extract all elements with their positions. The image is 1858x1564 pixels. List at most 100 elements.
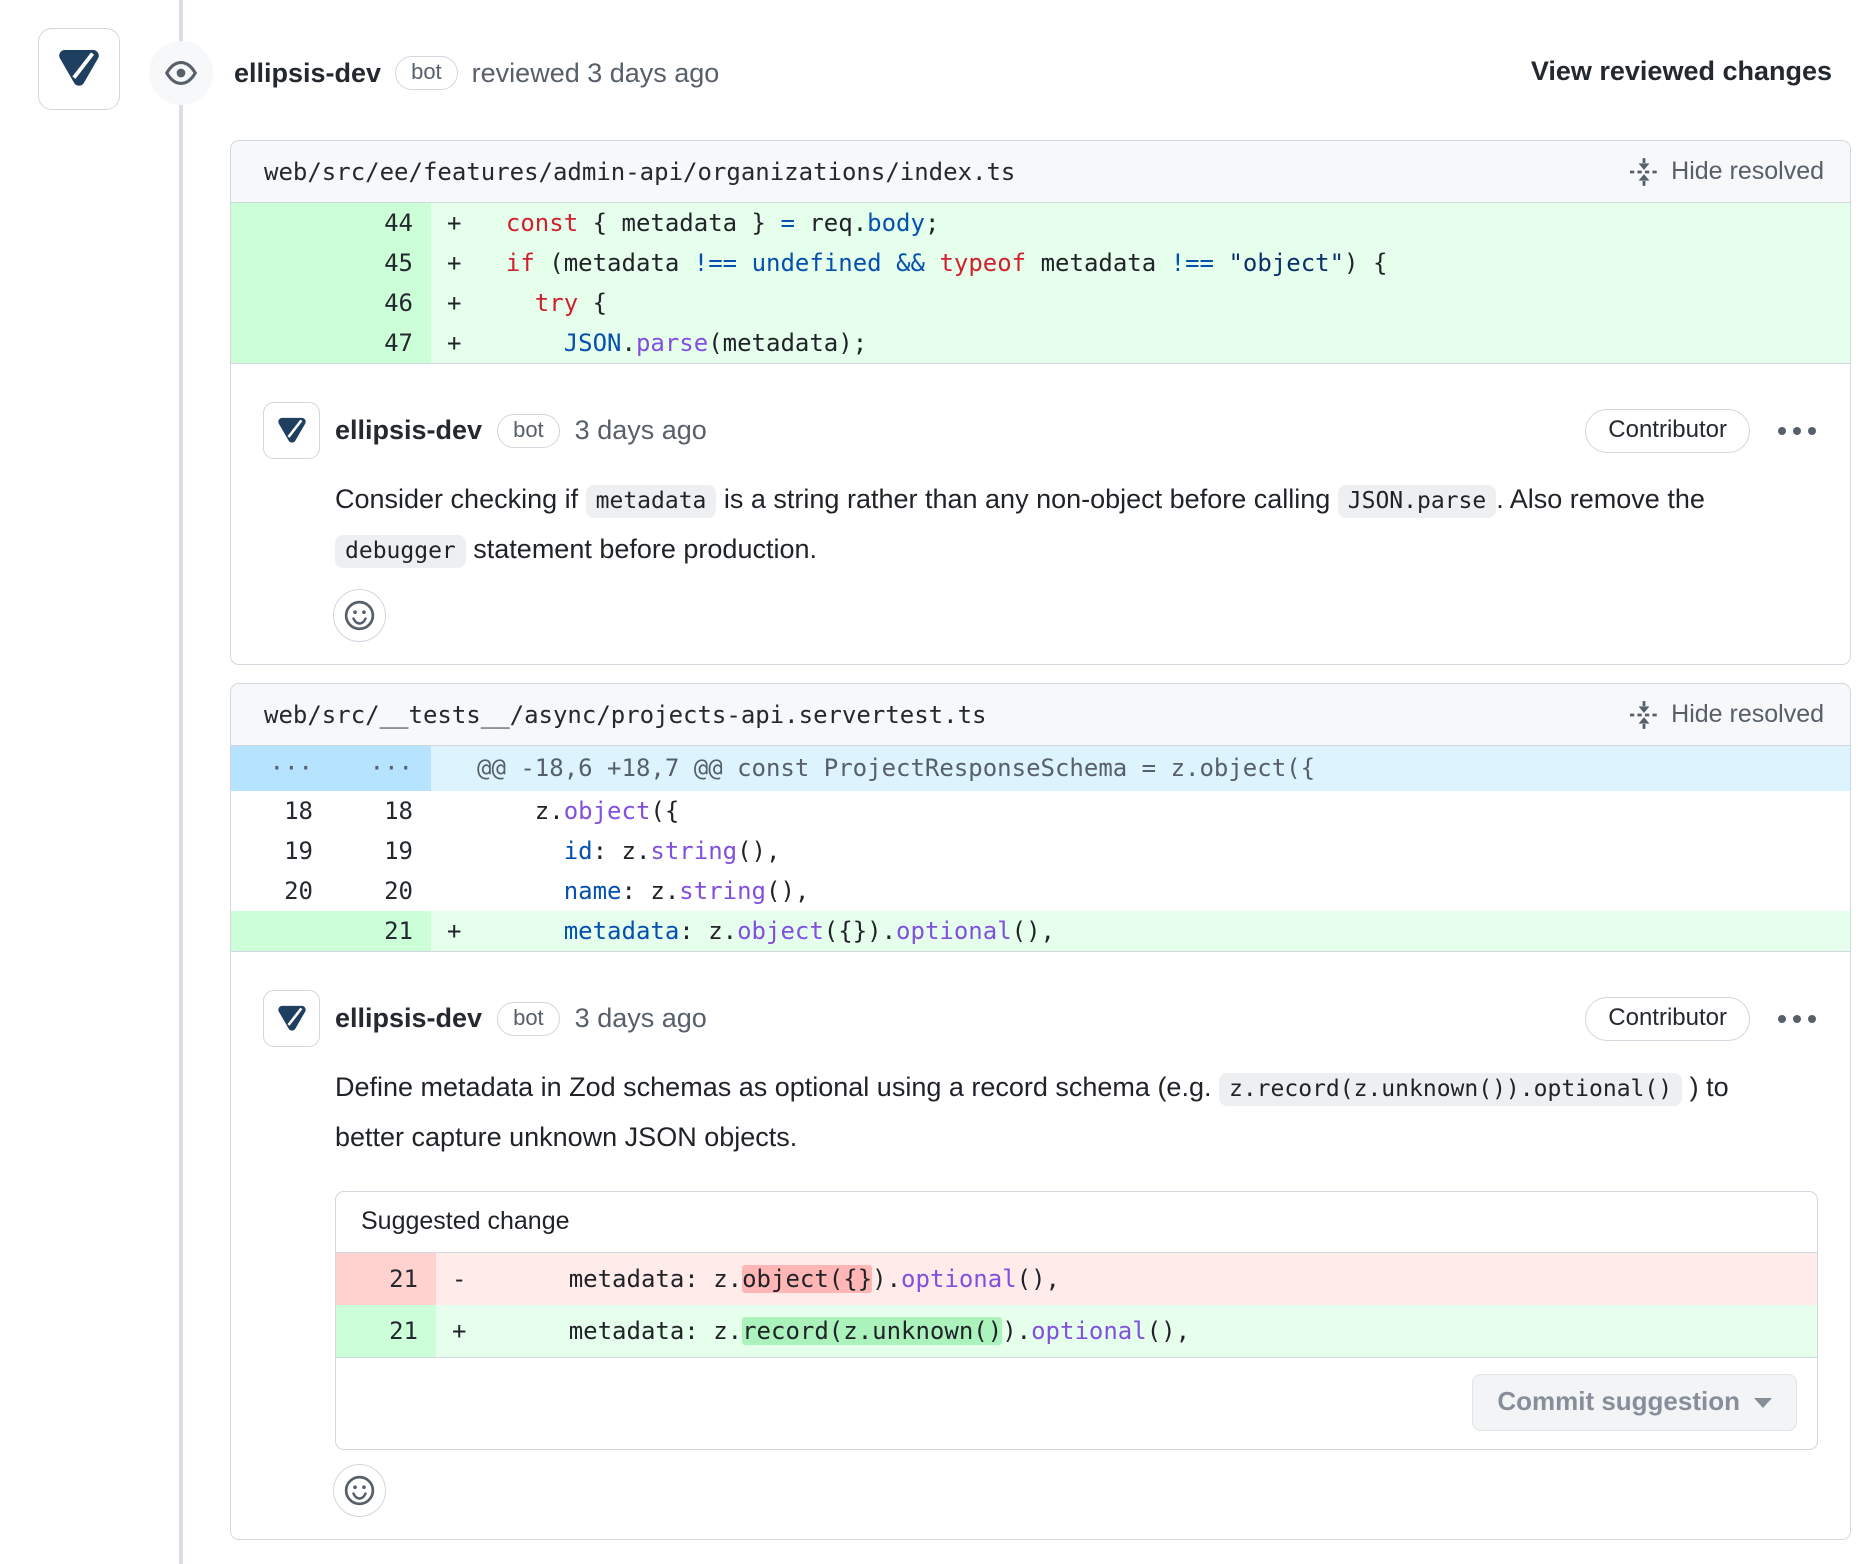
contributor-badge: Contributor: [1585, 997, 1750, 1041]
review-comment: ellipsis-dev bot 3 days ago Contributor …: [231, 363, 1850, 664]
file-header: web/src/ee/features/admin-api/organizati…: [231, 141, 1850, 203]
comment-header: ellipsis-dev bot 3 days ago Contributor: [263, 402, 1818, 459]
diff-sign: [431, 871, 477, 911]
comment-avatar[interactable]: [263, 402, 320, 459]
diff-sign: +: [431, 323, 477, 363]
diff-block: ······@@ -18,6 +18,7 @@ const ProjectRes…: [231, 746, 1850, 951]
line-number[interactable]: 44: [331, 203, 431, 243]
timeline-rail: [179, 0, 183, 1564]
diff-sign: [431, 791, 477, 831]
line-number[interactable]: [231, 323, 331, 363]
line-number[interactable]: 19: [331, 831, 431, 871]
comment-timestamp[interactable]: 3 days ago: [575, 415, 707, 446]
code-line: metadata: z.object({}).optional(),: [477, 911, 1850, 951]
diff-row: 1919 id: z.string(),: [231, 831, 1850, 871]
diff-row: 45+ if (metadata !== undefined && typeof…: [231, 243, 1850, 283]
inline-code: debugger: [335, 535, 466, 568]
line-number[interactable]: 21: [336, 1305, 436, 1357]
comment-body: Consider checking if metadata is a strin…: [335, 475, 1785, 575]
comment-author[interactable]: ellipsis-dev: [335, 1003, 482, 1034]
diff-row: 46+ try {: [231, 283, 1850, 323]
file-header: web/src/__tests__/async/projects-api.ser…: [231, 684, 1850, 746]
commit-suggestion-button[interactable]: Commit suggestion: [1472, 1374, 1797, 1431]
comment-body: Define metadata in Zod schemas as option…: [335, 1063, 1785, 1161]
line-number[interactable]: [231, 203, 331, 243]
diff-row: 1818 z.object({: [231, 791, 1850, 831]
line-number[interactable]: 19: [231, 831, 331, 871]
eye-review-badge: [149, 41, 213, 105]
line-number[interactable]: 47: [331, 323, 431, 363]
comment-header: ellipsis-dev bot 3 days ago Contributor: [263, 990, 1818, 1047]
view-reviewed-changes-link[interactable]: View reviewed changes: [1531, 56, 1832, 87]
diff-row: 21+ metadata: z.record(z.unknown()).opti…: [336, 1305, 1817, 1357]
diff-row: 21+ metadata: z.object({}).optional(),: [231, 911, 1850, 951]
ellipsis-logo-icon: [272, 999, 312, 1039]
review-header: ellipsis-dev bot reviewed 3 days ago: [234, 56, 719, 90]
chevron-down-icon: [1754, 1398, 1772, 1408]
code-line: if (metadata !== undefined && typeof met…: [477, 243, 1850, 283]
diff-row: 2020 name: z.string(),: [231, 871, 1850, 911]
inline-code: metadata: [586, 485, 717, 518]
code-line: metadata: z.record(z.unknown()).optional…: [482, 1305, 1817, 1357]
line-number[interactable]: 46: [331, 283, 431, 323]
diff-block: 44+ const { metadata } = req.body;45+ if…: [231, 203, 1850, 363]
line-number[interactable]: 21: [336, 1253, 436, 1305]
diff-row: 47+ JSON.parse(metadata);: [231, 323, 1850, 363]
inline-code: z.record(z.unknown()).optional(): [1219, 1073, 1682, 1106]
review-thread-card-1: web/src/ee/features/admin-api/organizati…: [230, 140, 1851, 665]
diff-sign: -: [436, 1253, 482, 1305]
code-line: JSON.parse(metadata);: [477, 323, 1850, 363]
line-number[interactable]: 21: [331, 911, 431, 951]
file-path-link[interactable]: web/src/ee/features/admin-api/organizati…: [264, 158, 1015, 186]
hide-resolved-button[interactable]: Hide resolved: [1629, 700, 1824, 730]
line-number[interactable]: 20: [231, 871, 331, 911]
diff-sign: +: [431, 203, 477, 243]
line-number[interactable]: 18: [331, 791, 431, 831]
bot-badge: bot: [395, 56, 458, 90]
code-line: const { metadata } = req.body;: [477, 203, 1850, 243]
diff-row: 21- metadata: z.object({}).optional(),: [336, 1253, 1817, 1305]
commit-suggestion-label: Commit suggestion: [1497, 1386, 1740, 1417]
review-thread-card-2: web/src/__tests__/async/projects-api.ser…: [230, 683, 1851, 1540]
kebab-menu-button[interactable]: [1776, 1009, 1818, 1029]
bot-badge: bot: [497, 414, 560, 448]
fold-icon: [1629, 700, 1659, 730]
smiley-icon: [344, 600, 375, 631]
diff-sign: +: [431, 283, 477, 323]
review-comment: ellipsis-dev bot 3 days ago Contributor …: [231, 951, 1850, 1539]
diff-hunk-row: ······@@ -18,6 +18,7 @@ const ProjectRes…: [231, 746, 1850, 791]
line-number[interactable]: ···: [231, 746, 331, 791]
comment-timestamp[interactable]: 3 days ago: [575, 1003, 707, 1034]
suggested-change-block: Suggested change 21- metadata: z.object(…: [335, 1191, 1818, 1450]
bot-badge: bot: [497, 1002, 560, 1036]
line-number[interactable]: 45: [331, 243, 431, 283]
comment-author[interactable]: ellipsis-dev: [335, 415, 482, 446]
file-path-link[interactable]: web/src/__tests__/async/projects-api.ser…: [264, 701, 986, 729]
diff-row: 44+ const { metadata } = req.body;: [231, 203, 1850, 243]
hide-resolved-button[interactable]: Hide resolved: [1629, 157, 1824, 187]
hunk-header: @@ -18,6 +18,7 @@ const ProjectResponseS…: [431, 746, 1850, 791]
code-line: id: z.string(),: [477, 831, 1850, 871]
inline-code: JSON.parse: [1338, 485, 1496, 518]
line-number[interactable]: [231, 911, 331, 951]
add-reaction-button[interactable]: [333, 1464, 386, 1517]
contributor-badge: Contributor: [1585, 409, 1750, 453]
reviewer-name[interactable]: ellipsis-dev: [234, 58, 381, 89]
line-number[interactable]: 20: [331, 871, 431, 911]
kebab-menu-button[interactable]: [1776, 421, 1818, 441]
line-number[interactable]: ···: [331, 746, 431, 791]
hide-resolved-label: Hide resolved: [1671, 157, 1824, 186]
suggested-change-title: Suggested change: [336, 1192, 1817, 1253]
smiley-icon: [344, 1475, 375, 1506]
line-number[interactable]: [231, 283, 331, 323]
diff-sign: +: [436, 1305, 482, 1357]
line-number[interactable]: 18: [231, 791, 331, 831]
diff-sign: +: [431, 243, 477, 283]
ellipsis-logo-icon: [50, 40, 108, 98]
ellipsis-logo-icon: [272, 411, 312, 451]
reviewer-avatar[interactable]: [38, 28, 120, 110]
line-number[interactable]: [231, 243, 331, 283]
add-reaction-button[interactable]: [333, 589, 386, 642]
code-line: z.object({: [477, 791, 1850, 831]
comment-avatar[interactable]: [263, 990, 320, 1047]
